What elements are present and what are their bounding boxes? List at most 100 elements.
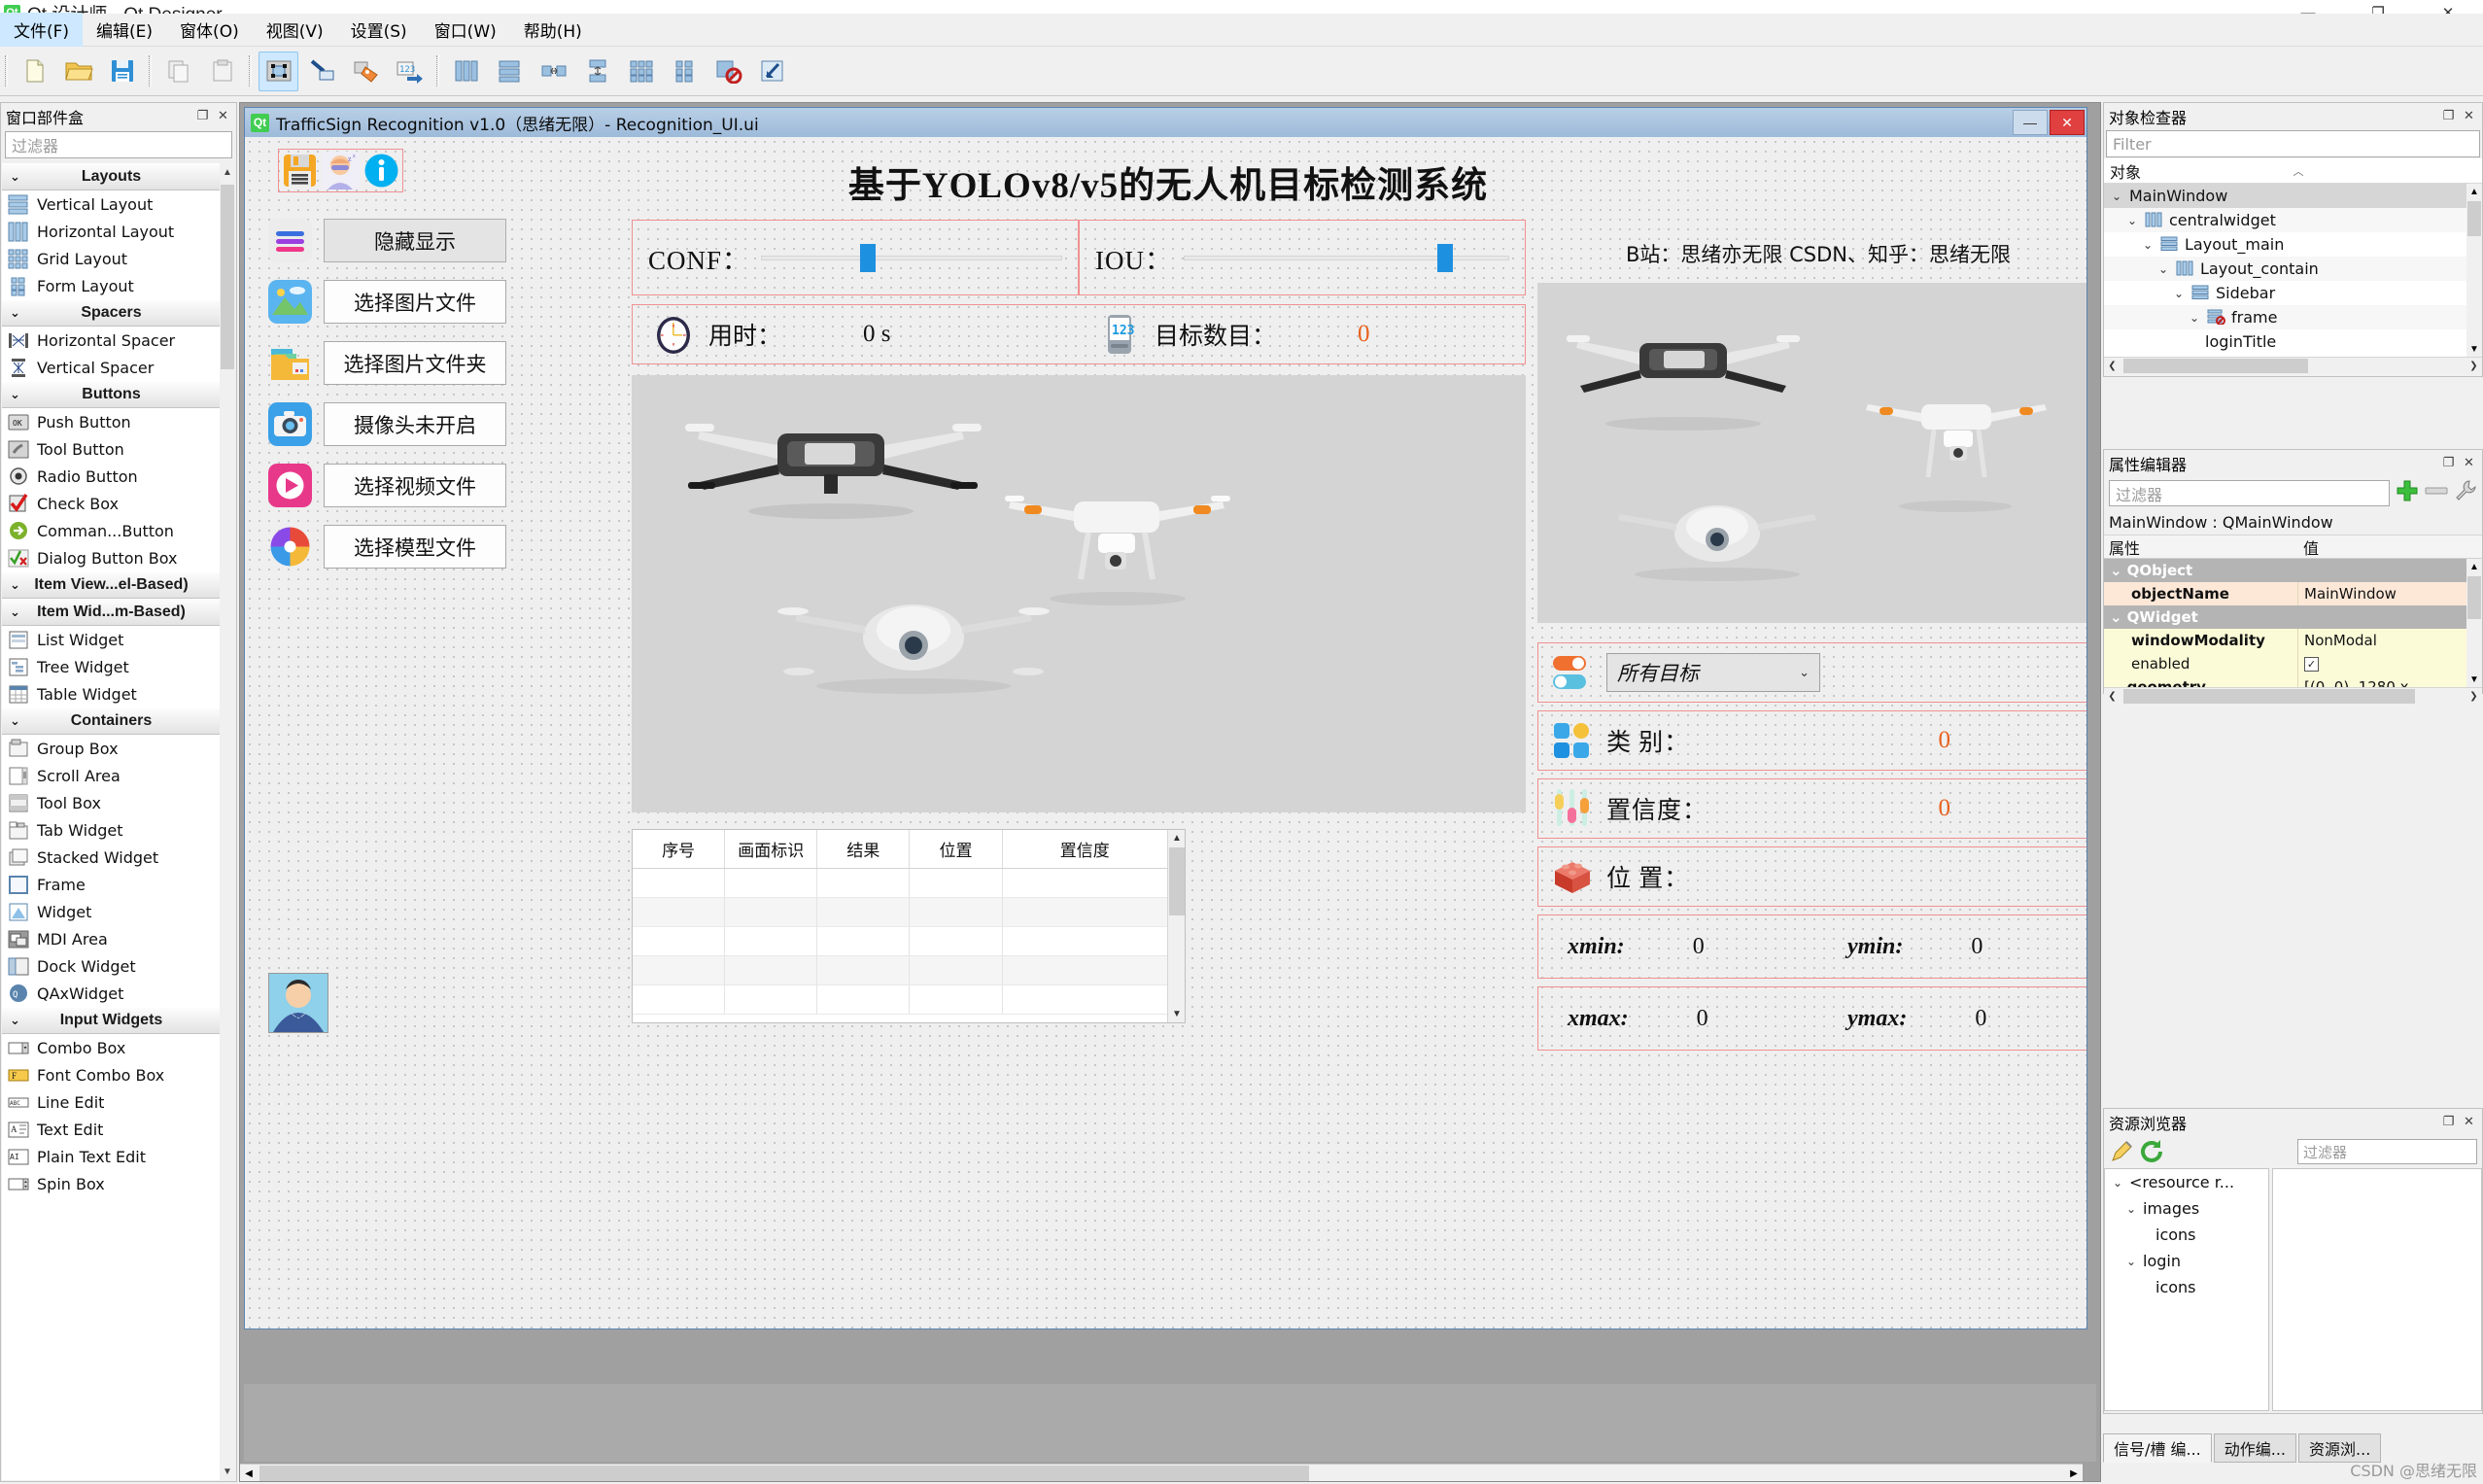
widget-item-table-widget[interactable]: Table Widget (2, 680, 221, 707)
save-icon[interactable] (102, 52, 142, 91)
widget-item-dock-widget[interactable]: Dock Widget (2, 952, 221, 980)
scroll-right-icon[interactable]: ▶ (2065, 1465, 2083, 1482)
sidebar-item-hide-show[interactable]: 隐藏显示 (268, 219, 521, 262)
scrollbar-thumb[interactable] (2467, 201, 2481, 236)
iou-slider[interactable] (1184, 245, 1509, 270)
adjust-size-icon[interactable] (752, 52, 792, 91)
scrollbar-thumb[interactable] (2123, 689, 2415, 704)
scroll-left-icon[interactable]: ❮ (2104, 358, 2121, 374)
user-avatar[interactable] (268, 973, 328, 1033)
widget-item-tab-widget[interactable]: Tab Widget (2, 816, 221, 844)
widget-group-spacers[interactable]: ⌄Spacers (2, 299, 221, 327)
object-inspector-tree[interactable]: ⌄MainWindow ⌄centralwidget ⌄Layout_main … (2104, 184, 2482, 357)
chevron-down-icon[interactable]: ⌄ (2156, 262, 2170, 276)
wrench-icon[interactable] (2454, 479, 2477, 507)
widget-item-font-combo-box[interactable]: F Font Combo Box (2, 1061, 221, 1088)
sidebar-button-label[interactable]: 选择图片文件夹 (324, 341, 506, 385)
chevron-down-icon[interactable]: ⌄ (2125, 214, 2139, 227)
table-row[interactable] (633, 985, 1167, 1015)
scroll-left-icon[interactable]: ❮ (2104, 688, 2121, 705)
mdi-horizontal-scrollbar[interactable]: ◀ ▶ (240, 1464, 2083, 1481)
menu-form[interactable]: 窗体(O) (166, 13, 253, 47)
scrollbar-thumb[interactable] (2123, 359, 2308, 373)
scrollbar-thumb[interactable] (2467, 576, 2481, 619)
enabled-checkbox[interactable]: ✓ (2304, 657, 2319, 672)
widget-box-scrollbar[interactable]: ▲ ▼ (220, 163, 235, 1480)
edit-buddies-icon[interactable] (346, 52, 386, 91)
table-scrollbar[interactable]: ▲ ▼ (1167, 830, 1185, 1022)
property-group-qobject[interactable]: ⌄QObject (2104, 559, 2482, 582)
widget-item-dialog-button-box[interactable]: Dialog Button Box (2, 544, 221, 571)
scroll-up-icon[interactable]: ▲ (220, 163, 235, 181)
resource-tree-item-icons-2[interactable]: icons (2105, 1274, 2268, 1300)
design-canvas[interactable]: zz 基于YOLOv8/v5的无人机目标检测系统 隐藏显示 (245, 137, 2086, 1329)
widget-box-float-icon[interactable]: ❐ (195, 109, 210, 123)
break-layout-icon[interactable] (708, 52, 748, 91)
widget-item-vertical-layout[interactable]: Vertical Layout (2, 190, 221, 218)
chevron-down-icon[interactable]: ⌄ (2141, 238, 2155, 252)
chevron-down-icon[interactable]: ⌄ (2124, 1255, 2138, 1268)
property-row-geometry[interactable]: ⌄geometry[(0, 0), 1280 x ... (2104, 675, 2482, 687)
widget-group-input-widgets[interactable]: ⌄Input Widgets (2, 1007, 221, 1034)
sidebar-item-select-video[interactable]: 选择视频文件 (268, 464, 521, 507)
iou-control[interactable]: IOU： (1079, 220, 1526, 295)
sidebar-button-label[interactable]: 选择视频文件 (324, 464, 506, 507)
layout-form-icon[interactable] (665, 52, 705, 91)
layout-splitter-v-icon[interactable] (577, 52, 617, 91)
pencil-icon[interactable] (2109, 1139, 2134, 1164)
widget-item-frame[interactable]: Frame (2, 871, 221, 898)
chevron-down-icon[interactable]: ⌄ (2172, 287, 2186, 300)
scroll-up-icon[interactable]: ▲ (2466, 184, 2482, 199)
layout-vertical-icon[interactable] (490, 52, 530, 91)
object-inspector-filter-input[interactable]: Filter (2106, 130, 2480, 157)
plus-icon[interactable] (2396, 479, 2419, 507)
chevron-down-icon[interactable]: ⌄ (2110, 608, 2122, 626)
property-row-enabled[interactable]: enabled✓ (2104, 652, 2482, 675)
scroll-down-icon[interactable]: ▼ (1168, 1006, 1186, 1022)
chevron-down-icon[interactable]: ⌄ (2188, 311, 2201, 325)
form-close-button[interactable]: ✕ (2050, 110, 2085, 135)
widget-item-radio-button[interactable]: Radio Button (2, 463, 221, 490)
tree-item-mainwindow[interactable]: ⌄MainWindow (2104, 184, 2482, 208)
property-editor-float-icon[interactable]: ❐ (2441, 456, 2456, 470)
slider-handle[interactable] (860, 244, 876, 272)
reload-icon[interactable] (2139, 1139, 2164, 1164)
property-filter-input[interactable]: 过滤器 (2109, 480, 2390, 506)
widget-item-combo-box[interactable]: Combo Box (2, 1034, 221, 1061)
open-folder-icon[interactable] (58, 52, 98, 91)
tab-action-editor[interactable]: 动作编... (2214, 1433, 2296, 1463)
conf-slider[interactable] (761, 245, 1062, 270)
tree-item-layout-main[interactable]: ⌄Layout_main (2104, 232, 2482, 257)
save-icon[interactable] (281, 152, 319, 190)
sidebar-button-label[interactable]: 选择图片文件 (324, 280, 506, 324)
conf-control[interactable]: CONF： (632, 220, 1079, 295)
widget-group-containers[interactable]: ⌄Containers (2, 707, 221, 735)
widget-item-stacked-widget[interactable]: Stacked Widget (2, 844, 221, 871)
object-inspector-float-icon[interactable]: ❐ (2441, 109, 2456, 123)
scroll-left-icon[interactable]: ◀ (240, 1465, 258, 1482)
widget-item-form-layout[interactable]: Form Layout (2, 272, 221, 299)
layout-horizontal-icon[interactable] (446, 52, 486, 91)
property-group-qwidget[interactable]: ⌄QWidget (2104, 605, 2482, 629)
menu-view[interactable]: 视图(V) (253, 13, 337, 47)
layout-grid-icon[interactable] (621, 52, 661, 91)
scroll-right-icon[interactable]: ❯ (2466, 358, 2482, 374)
target-select-combo[interactable]: 所有目标 ⌄ (1606, 653, 1820, 692)
property-row-windowmodality[interactable]: windowModalityNonModal (2104, 629, 2482, 652)
resource-tree-item-login[interactable]: ⌄login (2105, 1248, 2268, 1274)
property-row-objectname[interactable]: objectNameMainWindow (2104, 582, 2482, 605)
resource-preview-area[interactable] (2272, 1168, 2482, 1411)
widget-item-group-box[interactable]: Group Box (2, 735, 221, 762)
main-image-display[interactable] (632, 375, 1526, 812)
widget-item-text-edit[interactable]: A Text Edit (2, 1116, 221, 1143)
chevron-down-icon[interactable]: ⌄ (2110, 190, 2123, 203)
secondary-image-display[interactable] (1537, 283, 2086, 623)
resource-filter-input[interactable]: 过滤器 (2297, 1139, 2477, 1164)
widget-item-scroll-area[interactable]: Scroll Area (2, 762, 221, 789)
resource-tree-item-images[interactable]: ⌄images (2105, 1195, 2268, 1222)
object-inspector-hscrollbar[interactable]: ❮ ❯ (2104, 357, 2482, 373)
minus-icon[interactable] (2425, 484, 2448, 502)
layout-splitter-h-icon[interactable] (534, 52, 573, 91)
table-row[interactable] (633, 869, 1167, 898)
tab-signal-slot-editor[interactable]: 信号/槽 编... (2103, 1433, 2212, 1463)
